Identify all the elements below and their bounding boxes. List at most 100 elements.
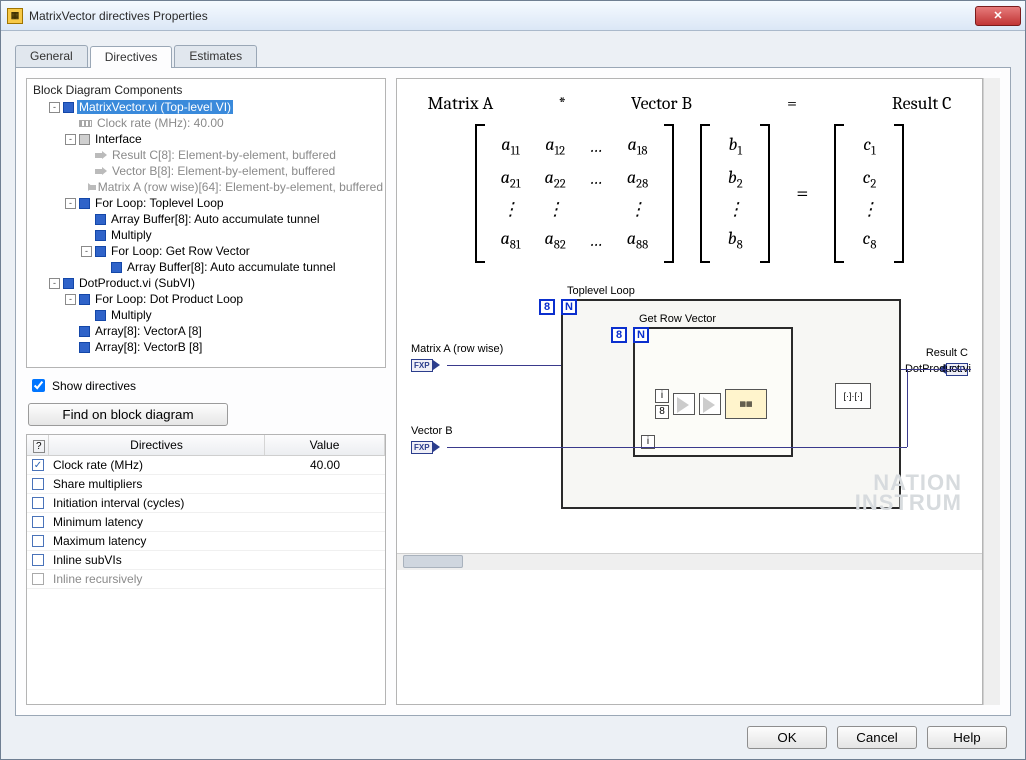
show-directives-checkbox[interactable]: Show directives bbox=[26, 376, 386, 395]
arrow-icon bbox=[88, 183, 93, 192]
header-directives[interactable]: Directives bbox=[49, 435, 265, 455]
directive-checkbox[interactable] bbox=[32, 497, 44, 509]
tab-body: Block Diagram Components - MatrixVector.v… bbox=[15, 67, 1011, 716]
dotproduct-call-icon: [·]·[·] bbox=[835, 383, 871, 409]
tree-node[interactable]: -For Loop: Get Row Vector bbox=[27, 243, 385, 259]
tree-node[interactable]: Array Buffer[8]: Auto accumulate tunnel bbox=[27, 259, 385, 275]
directive-row[interactable]: Maximum latency bbox=[27, 532, 385, 551]
tree-twisty-icon[interactable]: - bbox=[81, 246, 92, 257]
directive-row[interactable]: Inline recursively bbox=[27, 570, 385, 589]
directive-row[interactable]: Inline subVIs bbox=[27, 551, 385, 570]
multiply-icon bbox=[673, 393, 695, 415]
tree-title: Block Diagram Components bbox=[27, 81, 385, 99]
tree-node[interactable]: Matrix A (row wise)[64]: Element-by-elem… bbox=[27, 179, 385, 195]
tree-twisty-icon bbox=[81, 150, 92, 161]
tree-node[interactable]: - MatrixVector.vi (Top-level VI) bbox=[27, 99, 385, 115]
directive-value: 40.00 bbox=[265, 458, 385, 472]
tree-node-label: Multiply bbox=[109, 308, 154, 322]
formula-body: a11a12…a18 a21a22…a28 ⋮⋮⋮ a81a82…a88 b1b… bbox=[411, 124, 968, 263]
tree-node-label: For Loop: Toplevel Loop bbox=[93, 196, 226, 210]
diagram-preview[interactable]: Matrix A * Vector B = Result C a11a12…a1… bbox=[396, 78, 983, 705]
tree-twisty-icon bbox=[81, 310, 92, 321]
sq-icon bbox=[95, 214, 106, 225]
directive-checkbox[interactable] bbox=[32, 478, 44, 490]
tree-node[interactable]: Multiply bbox=[27, 307, 385, 323]
directive-checkbox[interactable] bbox=[32, 535, 44, 547]
tree-twisty-icon[interactable]: - bbox=[65, 294, 76, 305]
directives-header: ? Directives Value bbox=[27, 435, 385, 456]
preview-hscroll[interactable] bbox=[397, 553, 982, 570]
tree-node-label: Array Buffer[8]: Auto accumulate tunnel bbox=[125, 260, 338, 274]
sq-icon bbox=[111, 262, 122, 273]
directives-body: Clock rate (MHz)40.00Share multipliersIn… bbox=[27, 456, 385, 704]
n-const-8-inner: 8 bbox=[611, 327, 627, 343]
tab-directives[interactable]: Directives bbox=[90, 46, 173, 68]
preview-vscroll[interactable] bbox=[983, 78, 1000, 705]
fxp-vector-b: FXP bbox=[411, 441, 433, 454]
directive-row[interactable]: Minimum latency bbox=[27, 513, 385, 532]
tree-node[interactable]: Multiply bbox=[27, 227, 385, 243]
tree-node[interactable]: -DotProduct.vi (SubVI) bbox=[27, 275, 385, 291]
help-button[interactable]: Help bbox=[927, 726, 1007, 749]
directive-checkbox[interactable] bbox=[32, 459, 44, 471]
directive-checkbox[interactable] bbox=[32, 516, 44, 528]
header-value[interactable]: Value bbox=[265, 435, 385, 455]
arrow-icon bbox=[95, 167, 107, 176]
tree-twisty-icon[interactable]: - bbox=[65, 134, 76, 145]
directive-name: Clock rate (MHz) bbox=[49, 458, 265, 472]
get-row-loop-box: Get Row Vector 8 N i 8 bbox=[633, 327, 793, 457]
array-index-icon: ▦▦ bbox=[725, 389, 767, 419]
tree-node[interactable]: Clock rate (MHz): 40.00 bbox=[27, 115, 385, 131]
left-column: Block Diagram Components - MatrixVector.v… bbox=[26, 78, 386, 705]
header-question[interactable]: ? bbox=[27, 435, 49, 455]
show-directives-input[interactable] bbox=[32, 379, 45, 392]
sq-icon bbox=[79, 342, 90, 353]
directive-row[interactable]: Share multipliers bbox=[27, 475, 385, 494]
sq-icon bbox=[63, 278, 74, 289]
tree-node[interactable]: Vector B[8]: Element-by-element, buffere… bbox=[27, 163, 385, 179]
n-const-8-outer: 8 bbox=[539, 299, 555, 315]
tree-node-label: MatrixVector.vi (Top-level VI) bbox=[77, 100, 233, 114]
close-button[interactable]: ✕ bbox=[975, 6, 1021, 26]
tree-node[interactable]: Result C[8]: Element-by-element, buffere… bbox=[27, 147, 385, 163]
directive-name: Inline subVIs bbox=[49, 553, 265, 567]
block-diagram: Matrix A (row wise) FXP Vector B FXP Res… bbox=[411, 275, 968, 545]
triangle-icon bbox=[433, 360, 440, 370]
cancel-button[interactable]: Cancel bbox=[837, 726, 917, 749]
tree-node[interactable]: Array[8]: VectorA [8] bbox=[27, 323, 385, 339]
directive-name: Initiation interval (cycles) bbox=[49, 496, 265, 510]
ok-button[interactable]: OK bbox=[747, 726, 827, 749]
tree-node[interactable]: Array[8]: VectorB [8] bbox=[27, 339, 385, 355]
triangle-icon bbox=[433, 442, 440, 452]
tree-node[interactable]: - For Loop: Toplevel Loop bbox=[27, 195, 385, 211]
find-on-diagram-button[interactable]: Find on block diagram bbox=[28, 403, 228, 426]
right-column: Matrix A * Vector B = Result C a11a12…a1… bbox=[396, 78, 1000, 705]
directive-checkbox bbox=[32, 573, 44, 585]
tree-twisty-icon bbox=[65, 118, 76, 129]
window-title: MatrixVector directives Properties bbox=[29, 9, 975, 23]
tree-node-label: Matrix A (row wise)[64]: Element-by-elem… bbox=[96, 180, 385, 194]
directive-name: Maximum latency bbox=[49, 534, 265, 548]
dialog-buttons: OK Cancel Help bbox=[15, 716, 1011, 749]
directive-row[interactable]: Initiation interval (cycles) bbox=[27, 494, 385, 513]
tree-node-label: Array[8]: VectorB [8] bbox=[93, 340, 204, 354]
tab-general[interactable]: General bbox=[15, 45, 88, 67]
tree-node-label: Array Buffer[8]: Auto accumulate tunnel bbox=[109, 212, 322, 226]
tree-node[interactable]: -For Loop: Dot Product Loop bbox=[27, 291, 385, 307]
directive-checkbox[interactable] bbox=[32, 554, 44, 566]
components-tree[interactable]: Block Diagram Components - MatrixVector.v… bbox=[26, 78, 386, 368]
tree-twisty-icon[interactable]: - bbox=[65, 198, 76, 209]
label-matrix-a: Matrix A (row wise) bbox=[411, 343, 503, 355]
tab-estimates[interactable]: Estimates bbox=[174, 45, 257, 67]
formula-header: Matrix A * Vector B = Result C bbox=[411, 93, 968, 114]
toplevel-loop-label: Toplevel Loop bbox=[567, 285, 635, 297]
tree-node[interactable]: -Interface bbox=[27, 131, 385, 147]
tree-twisty-icon[interactable]: - bbox=[49, 278, 60, 289]
tree-twisty-icon[interactable]: - bbox=[49, 102, 60, 113]
tree-node[interactable]: Array Buffer[8]: Auto accumulate tunnel bbox=[27, 211, 385, 227]
tree-node-label: Vector B[8]: Element-by-element, buffere… bbox=[110, 164, 337, 178]
directive-row[interactable]: Clock rate (MHz)40.00 bbox=[27, 456, 385, 475]
directive-name: Minimum latency bbox=[49, 515, 265, 529]
show-directives-label: Show directives bbox=[52, 379, 136, 393]
tree-twisty-icon bbox=[81, 182, 85, 193]
